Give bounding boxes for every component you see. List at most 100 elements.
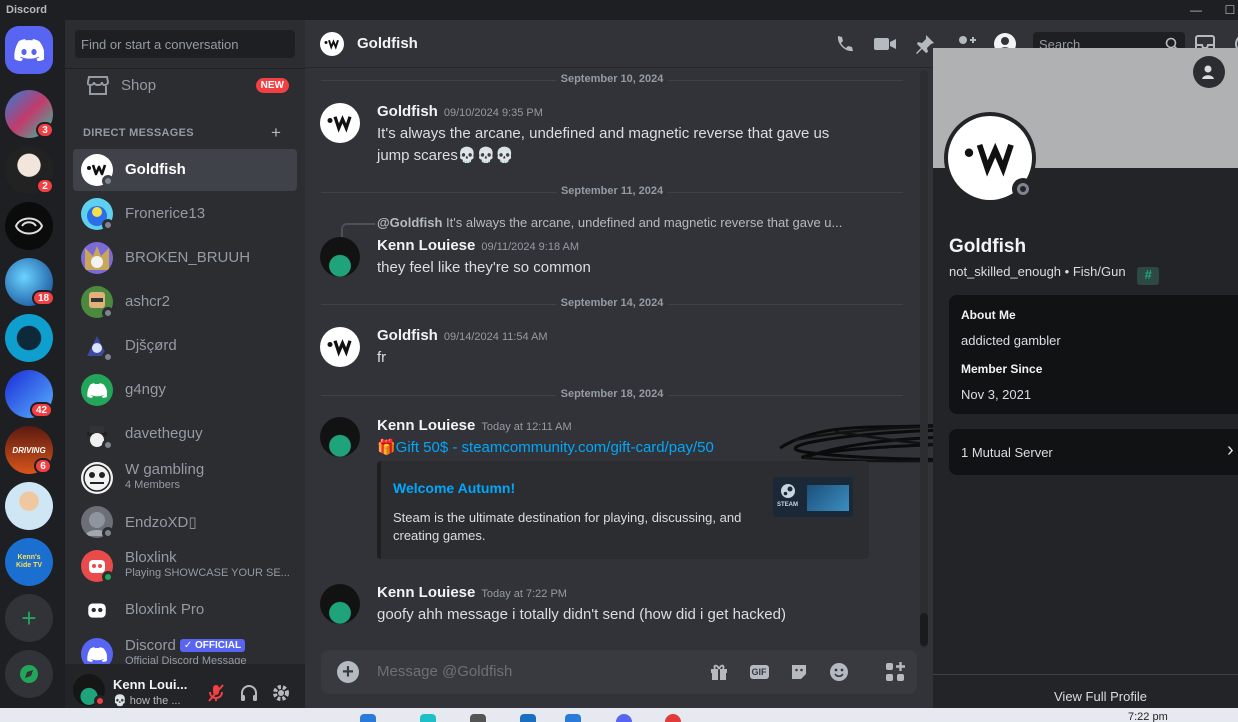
taskbar-discord-icon[interactable] <box>616 714 632 722</box>
taskbar-app-icon[interactable] <box>360 714 376 722</box>
title-bar: Discord — ☐ <box>0 0 1238 20</box>
dm-item[interactable]: ashcr2 <box>73 281 297 323</box>
dm-item[interactable]: BROKEN_BRUUH <box>73 237 297 279</box>
headphones-icon <box>241 685 257 701</box>
settings-button[interactable] <box>270 682 292 704</box>
dm-item[interactable]: Goldfish <box>73 149 297 191</box>
unread-badge: 18 <box>32 290 56 306</box>
server-label: DRIVING <box>12 445 46 455</box>
taskbar-app-icon[interactable] <box>520 714 536 722</box>
avatar[interactable] <box>320 584 360 624</box>
find-conversation-input[interactable]: Find or start a conversation <box>75 30 295 58</box>
dm-name: davetheguy <box>125 425 203 442</box>
date-divider: September 18, 2024 <box>321 388 903 400</box>
avatar[interactable] <box>320 237 360 277</box>
shop-nav-item[interactable]: Shop NEW <box>73 64 297 106</box>
reply-preview[interactable]: @Goldfish It's always the arcane, undefi… <box>377 215 877 230</box>
avatar[interactable] <box>320 417 360 457</box>
profile-username: not_skilled_enough <box>949 264 1062 279</box>
dm-item[interactable]: W gambling 4 Members <box>73 457 297 499</box>
server-icon[interactable]: Kenn's Kide TV <box>5 538 53 586</box>
message-author[interactable]: Goldfish 09/14/2024 11:54 AM <box>377 327 548 344</box>
avatar <box>81 374 113 406</box>
os-taskbar: 7:22 pm <box>0 708 1238 722</box>
message-author[interactable]: Goldfish 09/10/2024 9:35 PM <box>377 103 543 120</box>
maximize-button[interactable]: ☐ <box>1216 0 1238 20</box>
scrollbar-thumb[interactable] <box>920 613 928 646</box>
embed-title-link[interactable]: Welcome Autumn! <box>393 480 515 496</box>
apps-button[interactable] <box>873 650 917 694</box>
dm-item[interactable]: Bloxlink Pro <box>73 589 297 631</box>
profile-username-row: not_skilled_enough • Fish/Gun # <box>949 264 1160 285</box>
deafen-button[interactable] <box>238 682 260 704</box>
mutual-servers-card[interactable]: 1 Mutual Server › <box>949 429 1238 475</box>
status-indicator <box>1012 178 1034 200</box>
message-author[interactable]: Kenn Louiese Today at 7:22 PM <box>377 584 567 601</box>
add-server-button[interactable]: + <box>5 594 53 642</box>
about-text: addicted gambler <box>961 333 1061 348</box>
chat-area: Goldfish Search September 10, 2024 Septe… <box>305 20 1238 722</box>
member-since-date: Nov 3, 2021 <box>961 387 1032 402</box>
taskbar-app-icon[interactable] <box>420 714 436 722</box>
status-indicator <box>102 307 114 319</box>
taskbar-app-icon[interactable] <box>470 714 486 722</box>
dm-item[interactable]: Djšçørd <box>73 325 297 367</box>
author-name: Goldfish <box>377 103 438 120</box>
gift-icon <box>711 664 727 680</box>
swirl-icon <box>14 217 44 235</box>
taskbar-app-icon[interactable] <box>665 714 681 722</box>
server-label: Kenn's Kide TV <box>15 554 43 569</box>
profile-options-button[interactable] <box>1193 56 1225 88</box>
taskbar-app-icon[interactable] <box>565 714 581 722</box>
timestamp: 09/11/2024 9:18 AM <box>481 241 580 253</box>
dm-item[interactable]: davetheguy <box>73 413 297 455</box>
emoji-button[interactable] <box>827 660 851 684</box>
timestamp: 09/14/2024 11:54 AM <box>443 331 548 343</box>
custom-status-text: how the ... <box>129 695 181 707</box>
create-dm-button[interactable]: + <box>271 123 281 143</box>
timestamp: 09/10/2024 9:35 PM <box>443 107 543 119</box>
server-icon[interactable] <box>5 482 53 530</box>
home-button[interactable] <box>5 26 53 74</box>
date-label: September 14, 2024 <box>556 297 668 309</box>
message-input[interactable]: Message @Goldfish <box>377 663 512 680</box>
sticker-button[interactable] <box>787 660 811 684</box>
dm-subtitle: 4 Members <box>125 479 181 491</box>
message-author[interactable]: Kenn Louiese Today at 12:11 AM <box>377 417 572 434</box>
dm-sidebar: Find or start a conversation Shop NEW DI… <box>65 20 305 722</box>
dm-item[interactable]: EndzoXD▯ <box>73 501 297 543</box>
dm-name: BROKEN_BRUUH <box>125 249 251 266</box>
avatar[interactable] <box>320 103 360 143</box>
view-full-profile-link[interactable]: View Full Profile <box>1054 689 1147 704</box>
server-icon[interactable] <box>5 314 53 362</box>
w-logo-icon <box>327 115 352 133</box>
scrollbar-track[interactable] <box>920 70 928 648</box>
dm-item[interactable]: Bloxlink Playing SHOWCASE YOUR SE... <box>73 545 297 587</box>
date-label: September 10, 2024 <box>556 73 668 85</box>
attach-button[interactable]: + <box>337 661 359 683</box>
minimize-button[interactable]: — <box>1182 0 1210 20</box>
phone-icon <box>837 36 853 52</box>
video-call-button[interactable] <box>873 32 897 56</box>
avatar[interactable] <box>320 327 360 367</box>
dm-item[interactable]: Fronerice13 <box>73 193 297 235</box>
dm-item[interactable]: g4ngy <box>73 369 297 411</box>
profile-badge[interactable]: # <box>1137 267 1160 285</box>
gif-button[interactable]: GIF <box>747 660 771 684</box>
profile-avatar[interactable] <box>944 112 1036 204</box>
dm-name: Goldfish <box>125 161 186 178</box>
message-composer[interactable]: + Message @Goldfish GIF <box>321 650 917 694</box>
voice-call-button[interactable] <box>833 32 857 56</box>
mute-button[interactable] <box>205 682 227 704</box>
profile-pronouns: Fish/Gun <box>1072 264 1126 279</box>
message-author[interactable]: Kenn Louiese 09/11/2024 9:18 AM <box>377 237 579 254</box>
date-label: September 11, 2024 <box>556 185 668 197</box>
author-name: Kenn Louiese <box>377 584 476 601</box>
embed-thumbnail[interactable]: STEAM <box>773 477 853 517</box>
discover-button[interactable] <box>5 650 53 698</box>
gift-button[interactable] <box>707 660 731 684</box>
status-indicator <box>102 351 114 363</box>
unread-badge: 3 <box>36 122 54 138</box>
server-icon[interactable] <box>5 202 53 250</box>
gear-icon <box>273 685 289 701</box>
